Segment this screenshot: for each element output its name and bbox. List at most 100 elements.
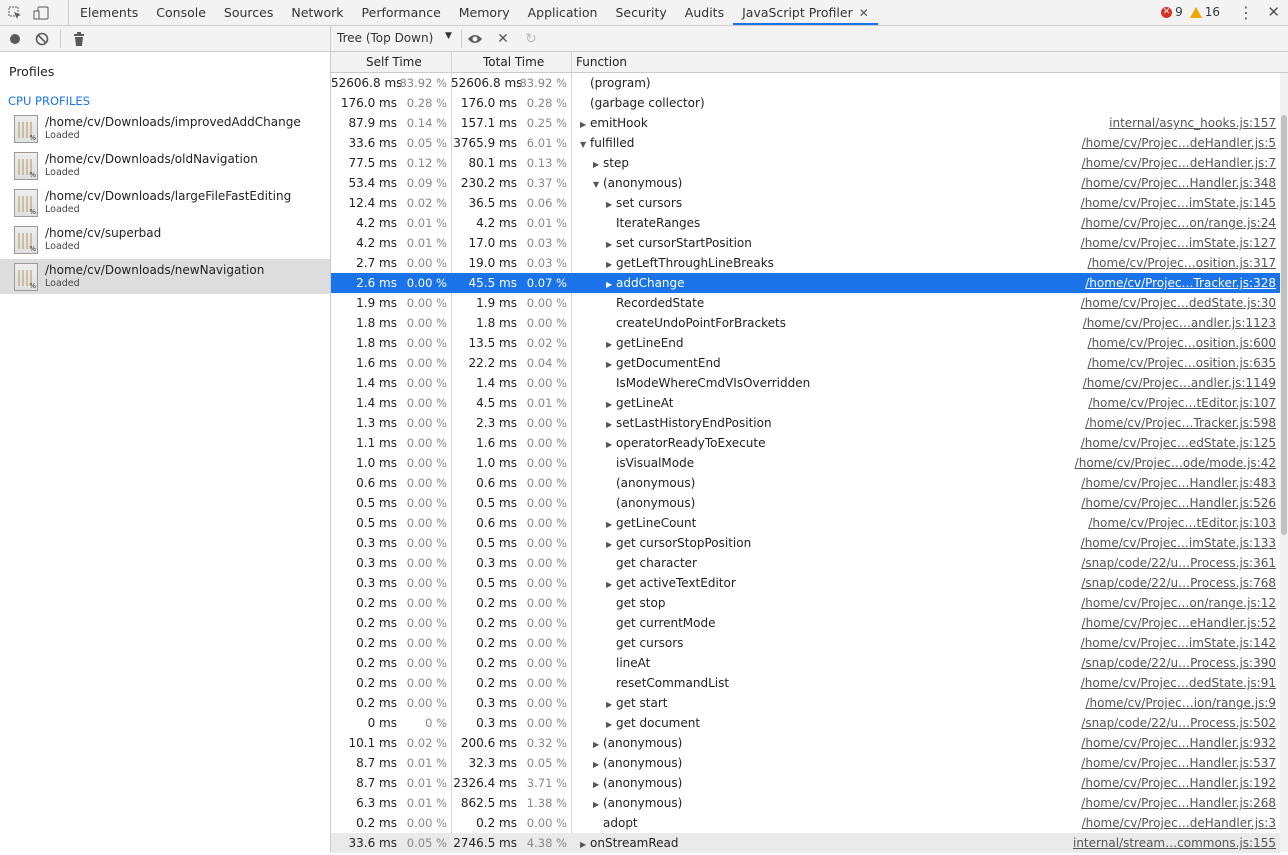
collapsed-arrow-icon[interactable]: ▶ bbox=[593, 775, 603, 795]
collapsed-arrow-icon[interactable]: ▶ bbox=[593, 155, 603, 175]
collapsed-arrow-icon[interactable]: ▶ bbox=[606, 335, 616, 355]
source-link[interactable]: /home/cv/Projec…dedState.js:30 bbox=[1081, 293, 1276, 313]
call-tree-row[interactable]: 0.2 ms 0.00 % 0.2 ms 0.00 % get cursors/home… bbox=[331, 633, 1280, 653]
source-link[interactable]: /home/cv/Projec…Handler.js:537 bbox=[1081, 753, 1276, 773]
collapsed-arrow-icon[interactable]: ▶ bbox=[606, 435, 616, 455]
source-link[interactable]: internal/stream…commons.js:155 bbox=[1073, 833, 1276, 853]
call-tree-row[interactable]: 1.6 ms 0.00 % 22.2 ms 0.04 % ▶ getDocumentEnd… bbox=[331, 353, 1280, 373]
call-tree-row[interactable]: 0.5 ms 0.00 % 0.5 ms 0.00 % (anonymous) /home… bbox=[331, 493, 1280, 513]
tab-application[interactable]: Application bbox=[519, 0, 607, 25]
source-link[interactable]: internal/async_hooks.js:157 bbox=[1109, 113, 1276, 133]
profile-item[interactable]: % /home/cv/superbad Loaded bbox=[0, 222, 330, 257]
profile-item[interactable]: % /home/cv/Downloads/newNavigation Loaded bbox=[0, 259, 330, 294]
call-tree-row[interactable]: 12.4 ms 0.02 % 36.5 ms 0.06 % ▶ set cursors/h… bbox=[331, 193, 1280, 213]
source-link[interactable]: /home/cv/Projec…Handler.js:932 bbox=[1081, 733, 1276, 753]
source-link[interactable]: /home/cv/Projec…osition.js:635 bbox=[1088, 353, 1276, 373]
issue-counters[interactable]: ✕ 9 16 bbox=[1161, 5, 1220, 19]
source-link[interactable]: /home/cv/Projec…Handler.js:483 bbox=[1081, 473, 1276, 493]
call-tree-row[interactable]: 2.7 ms 0.00 % 19.0 ms 0.03 % ▶ getLeftThrough… bbox=[331, 253, 1280, 273]
view-selector[interactable]: Tree (Top Down) bbox=[337, 31, 433, 45]
call-tree-row[interactable]: 0.2 ms 0.00 % 0.3 ms 0.00 % ▶ get start/home/… bbox=[331, 693, 1280, 713]
source-link[interactable]: /home/cv/Projec…Tracker.js:328 bbox=[1085, 273, 1276, 293]
call-tree-row[interactable]: 0.2 ms 0.00 % 0.2 ms 0.00 % adopt/home/cv/Pr… bbox=[331, 813, 1280, 833]
collapsed-arrow-icon[interactable]: ▶ bbox=[606, 275, 616, 295]
source-link[interactable]: /snap/code/22/u…Process.js:768 bbox=[1081, 573, 1276, 593]
source-link[interactable]: /home/cv/Projec…on/range.js:12 bbox=[1081, 593, 1276, 613]
tab-console[interactable]: Console bbox=[147, 0, 215, 25]
self-time-header[interactable]: Self Time bbox=[366, 52, 422, 73]
source-link[interactable]: /snap/code/22/u…Process.js:361 bbox=[1081, 553, 1276, 573]
collapsed-arrow-icon[interactable]: ▶ bbox=[606, 695, 616, 715]
profile-item[interactable]: % /home/cv/Downloads/oldNavigation Loaded bbox=[0, 148, 330, 183]
expanded-arrow-icon[interactable]: ▼ bbox=[593, 175, 603, 195]
source-link[interactable]: /home/cv/Projec…on/range.js:24 bbox=[1081, 213, 1276, 233]
call-tree-row[interactable]: 1.0 ms 0.00 % 1.0 ms 0.00 % isVisualMode/hom… bbox=[331, 453, 1280, 473]
close-devtools-icon[interactable]: ✕ bbox=[1267, 3, 1280, 21]
call-tree-row[interactable]: 4.2 ms 0.01 % 17.0 ms 0.03 % ▶ set cursorStar… bbox=[331, 233, 1280, 253]
profile-item[interactable]: % /home/cv/Downloads/improvedAddChange Loa… bbox=[0, 111, 330, 146]
call-tree-row[interactable]: 0.5 ms 0.00 % 0.6 ms 0.00 % ▶ getLineCount/ho… bbox=[331, 513, 1280, 533]
source-link[interactable]: /home/cv/Projec…imState.js:127 bbox=[1081, 233, 1276, 253]
source-link[interactable]: /home/cv/Projec…Handler.js:268 bbox=[1081, 793, 1276, 813]
delete-icon[interactable] bbox=[70, 30, 88, 48]
profile-item[interactable]: % /home/cv/Downloads/largeFileFastEditing… bbox=[0, 185, 330, 220]
source-link[interactable]: /home/cv/Projec…Handler.js:192 bbox=[1081, 773, 1276, 793]
call-tree-row[interactable]: 1.4 ms 0.00 % 1.4 ms 0.00 % IsModeWhereCmdVI… bbox=[331, 373, 1280, 393]
source-link[interactable]: /home/cv/Projec…Handler.js:526 bbox=[1081, 493, 1276, 513]
source-link[interactable]: /home/cv/Projec…ion/range.js:9 bbox=[1086, 693, 1277, 713]
source-link[interactable]: /home/cv/Projec…edState.js:125 bbox=[1081, 433, 1276, 453]
call-tree-row[interactable]: 0.6 ms 0.00 % 0.6 ms 0.00 % (anonymous) /home… bbox=[331, 473, 1280, 493]
tab-elements[interactable]: Elements bbox=[71, 0, 147, 25]
call-tree-row[interactable]: 0.3 ms 0.00 % 0.5 ms 0.00 % ▶ get activeTextE… bbox=[331, 573, 1280, 593]
call-tree-row[interactable]: 0.2 ms 0.00 % 0.2 ms 0.00 % lineAt/snap/code… bbox=[331, 653, 1280, 673]
dropdown-arrow-icon[interactable]: ▼ bbox=[445, 31, 452, 41]
vertical-scrollbar[interactable] bbox=[1280, 73, 1288, 852]
call-tree-row[interactable]: 1.1 ms 0.00 % 1.6 ms 0.00 % ▶ operatorReadyTo… bbox=[331, 433, 1280, 453]
source-link[interactable]: /home/cv/Projec…imState.js:133 bbox=[1081, 533, 1276, 553]
close-tab-icon[interactable]: ✕ bbox=[859, 6, 869, 20]
source-link[interactable]: /snap/code/22/u…Process.js:502 bbox=[1081, 713, 1276, 733]
clear-icon[interactable] bbox=[33, 30, 51, 48]
restore-icon[interactable]: ↻ bbox=[522, 30, 540, 48]
call-tree-row[interactable]: 0.2 ms 0.00 % 0.2 ms 0.00 % get currentMode /… bbox=[331, 613, 1280, 633]
source-link[interactable]: /home/cv/Projec…tEditor.js:107 bbox=[1088, 393, 1276, 413]
collapsed-arrow-icon[interactable]: ▶ bbox=[606, 515, 616, 535]
collapsed-arrow-icon[interactable]: ▶ bbox=[606, 415, 616, 435]
collapsed-arrow-icon[interactable]: ▶ bbox=[606, 395, 616, 415]
source-link[interactable]: /home/cv/Projec…ode/mode.js:42 bbox=[1075, 453, 1276, 473]
source-link[interactable]: /home/cv/Projec…Tracker.js:598 bbox=[1085, 413, 1276, 433]
source-link[interactable]: /home/cv/Projec…andler.js:1149 bbox=[1083, 373, 1276, 393]
source-link[interactable]: /home/cv/Projec…andler.js:1123 bbox=[1083, 313, 1276, 333]
call-tree-row[interactable]: 1.8 ms 0.00 % 13.5 ms 0.02 % ▶ getLineEnd/hom… bbox=[331, 333, 1280, 353]
source-link[interactable]: /snap/code/22/u…Process.js:390 bbox=[1081, 653, 1276, 673]
call-tree-row[interactable]: 1.9 ms 0.00 % 1.9 ms 0.00 % RecordedState/ho… bbox=[331, 293, 1280, 313]
tab-sources[interactable]: Sources bbox=[215, 0, 282, 25]
collapsed-arrow-icon[interactable]: ▶ bbox=[606, 355, 616, 375]
tab-network[interactable]: Network bbox=[282, 0, 352, 25]
call-tree-row[interactable]: 6.3 ms 0.01 % 862.5 ms 1.38 % ▶ (anonymous) /h… bbox=[331, 793, 1280, 813]
inspect-element-icon[interactable] bbox=[6, 4, 24, 22]
function-header[interactable]: Function bbox=[576, 52, 627, 73]
call-tree-row[interactable]: 53.4 ms 0.09 % 230.2 ms 0.37 % ▼ (anonymous) /… bbox=[331, 173, 1280, 193]
call-tree-row[interactable]: 0.2 ms 0.00 % 0.2 ms 0.00 % get stop/home/cv… bbox=[331, 593, 1280, 613]
source-link[interactable]: /home/cv/Projec…osition.js:600 bbox=[1088, 333, 1276, 353]
source-link[interactable]: /home/cv/Projec…deHandler.js:5 bbox=[1082, 133, 1276, 153]
source-link[interactable]: /home/cv/Projec…dedState.js:91 bbox=[1081, 673, 1276, 693]
call-tree-row[interactable]: 2.6 ms 0.00 % 45.5 ms 0.07 % ▶ addChange/home… bbox=[331, 273, 1280, 293]
call-tree-row[interactable]: 33.6 ms 0.05 % 3765.9 ms 6.01 % ▼ fulfilled/h… bbox=[331, 133, 1280, 153]
call-tree-row[interactable]: 1.3 ms 0.00 % 2.3 ms 0.00 % ▶ setLastHistoryE… bbox=[331, 413, 1280, 433]
device-toolbar-icon[interactable] bbox=[32, 4, 50, 22]
collapsed-arrow-icon[interactable]: ▶ bbox=[606, 195, 616, 215]
call-tree-row[interactable]: 10.1 ms 0.02 % 200.6 ms 0.32 % ▶ (anonymous) /… bbox=[331, 733, 1280, 753]
focus-eye-icon[interactable] bbox=[466, 30, 484, 48]
record-icon[interactable] bbox=[6, 30, 24, 48]
source-link[interactable]: /home/cv/Projec…deHandler.js:3 bbox=[1082, 813, 1276, 833]
call-tree-row[interactable]: 1.8 ms 0.00 % 1.8 ms 0.00 % createUndoPointF… bbox=[331, 313, 1280, 333]
collapsed-arrow-icon[interactable]: ▶ bbox=[593, 795, 603, 815]
call-tree-row[interactable]: 1.4 ms 0.00 % 4.5 ms 0.01 % ▶ getLineAt/home/… bbox=[331, 393, 1280, 413]
source-link[interactable]: /home/cv/Projec…imState.js:145 bbox=[1081, 193, 1276, 213]
call-tree-row[interactable]: 52606.8 ms 83.92 % 52606.8 ms 83.92 % (progr… bbox=[331, 73, 1280, 93]
tab-javascript-profiler[interactable]: JavaScript Profiler ✕ bbox=[733, 0, 878, 25]
call-tree-row[interactable]: 8.7 ms 0.01 % 32.3 ms 0.05 % ▶ (anonymous) /ho… bbox=[331, 753, 1280, 773]
tab-audits[interactable]: Audits bbox=[676, 0, 733, 25]
